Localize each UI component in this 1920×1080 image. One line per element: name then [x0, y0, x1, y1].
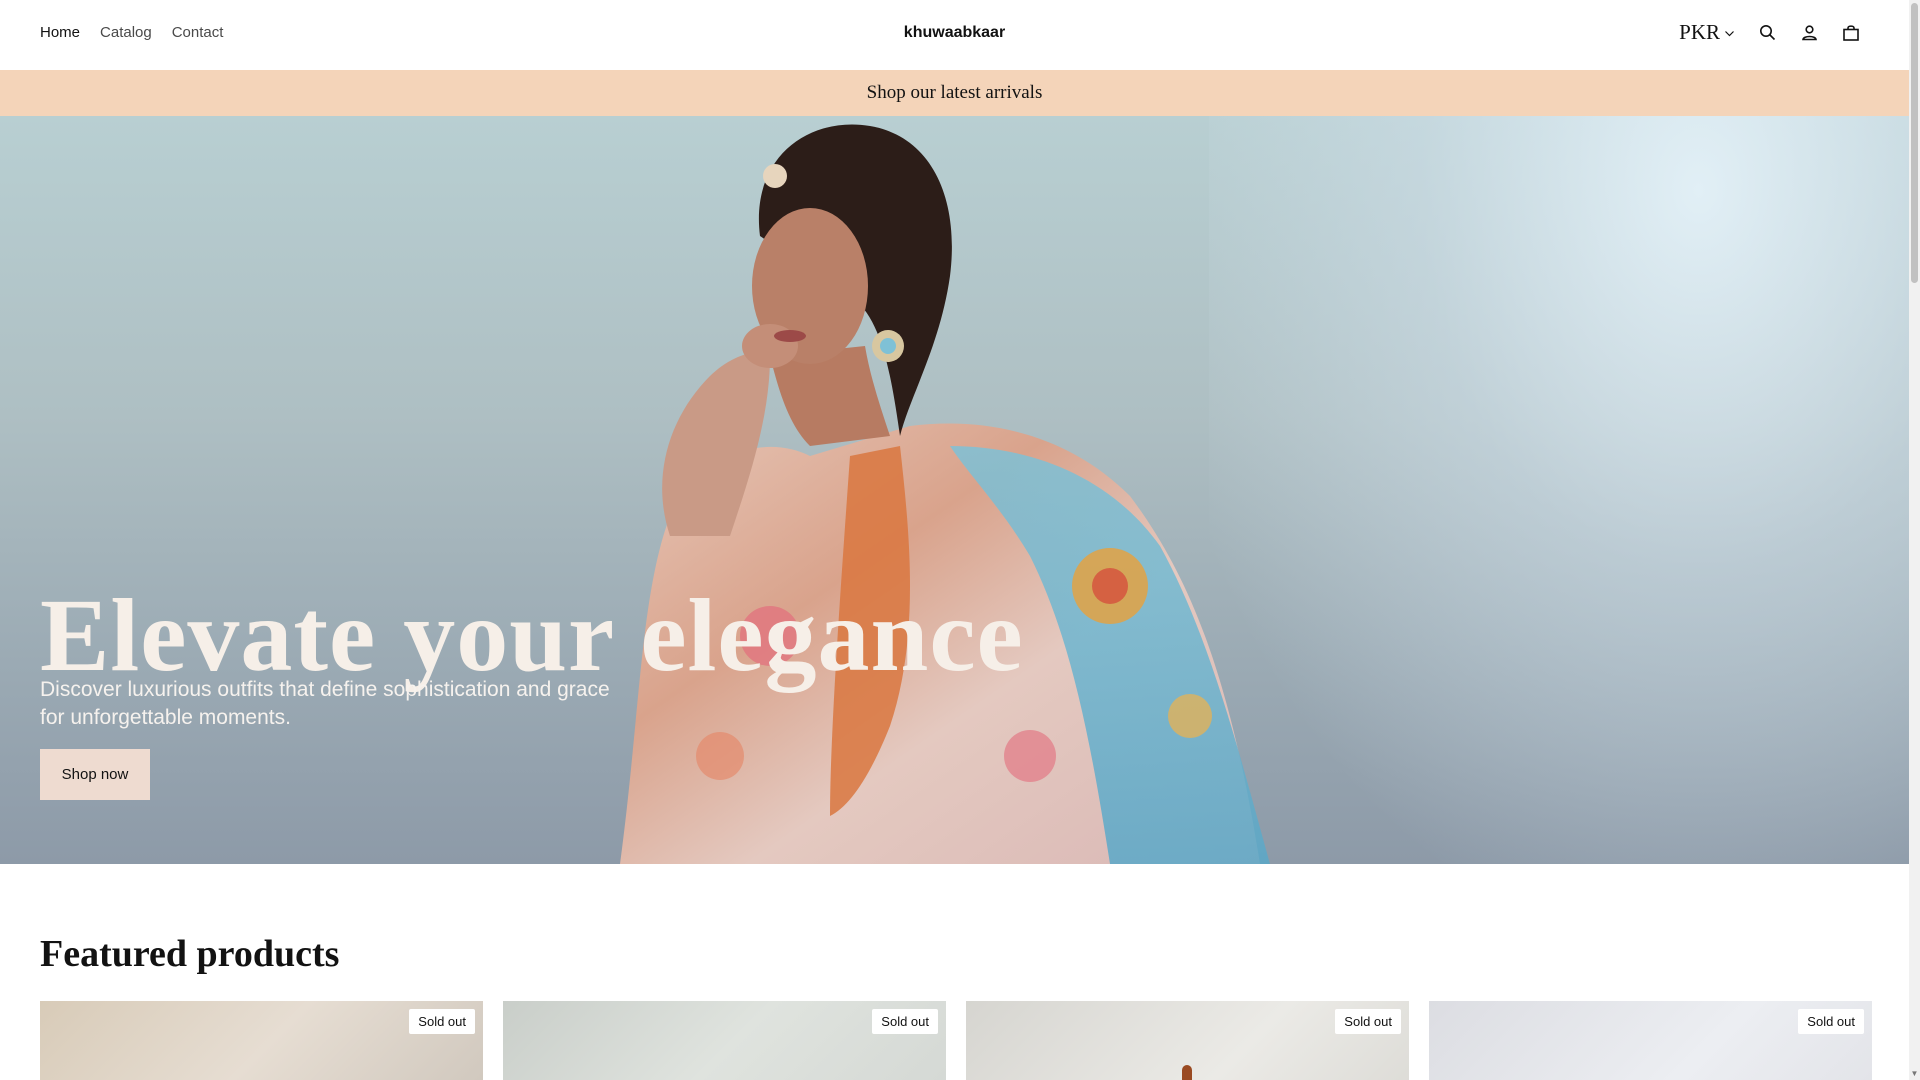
cart-icon[interactable] [1841, 23, 1861, 43]
account-icon[interactable] [1799, 23, 1819, 43]
nav-catalog-link[interactable]: Catalog [100, 24, 152, 41]
scroll-down-arrow-icon[interactable]: ▼ [1910, 1069, 1919, 1078]
product-figure-detail [1182, 1065, 1192, 1080]
product-card[interactable]: Sold out [966, 1001, 1409, 1080]
search-icon[interactable] [1757, 23, 1777, 43]
product-card[interactable]: Sold out [1429, 1001, 1872, 1080]
scrollbar-thumb[interactable] [1911, 3, 1918, 283]
sold-out-badge: Sold out [409, 1009, 475, 1034]
hero-banner: Elevate your elegance Discover luxurious… [0, 116, 1909, 864]
sold-out-badge: Sold out [1335, 1009, 1401, 1034]
announcement-text: Shop our latest arrivals [866, 82, 1043, 103]
shop-now-button[interactable]: Shop now [40, 749, 150, 800]
hero-model-image [620, 124, 1270, 864]
main-nav: Home Catalog Contact [40, 24, 223, 41]
page-scrollbar[interactable]: ▼ [1909, 0, 1920, 1080]
product-card[interactable]: Sold out [40, 1001, 483, 1080]
page: Home Catalog Contact khuwaabkaar PKR Sho… [0, 0, 1909, 1080]
chevron-down-icon [1724, 20, 1735, 45]
nav-home-link[interactable]: Home [40, 24, 80, 41]
product-card[interactable]: Sold out [503, 1001, 946, 1080]
sold-out-badge: Sold out [872, 1009, 938, 1034]
store-logo[interactable]: khuwaabkaar [904, 24, 1005, 41]
currency-label: PKR [1679, 20, 1720, 44]
hero-subtext: Discover luxurious outfits that define s… [40, 678, 610, 729]
header-actions: PKR [1679, 20, 1861, 45]
site-header: Home Catalog Contact khuwaabkaar PKR [0, 0, 1909, 70]
sold-out-badge: Sold out [1798, 1009, 1864, 1034]
featured-products-title: Featured products [40, 933, 340, 975]
logo-container: khuwaabkaar [0, 24, 1909, 42]
nav-contact-link[interactable]: Contact [172, 24, 224, 41]
product-grid: Sold out Sold out Sold out Sold out [40, 1001, 1872, 1080]
currency-selector[interactable]: PKR [1679, 20, 1735, 45]
announcement-bar[interactable]: Shop our latest arrivals [0, 70, 1909, 116]
